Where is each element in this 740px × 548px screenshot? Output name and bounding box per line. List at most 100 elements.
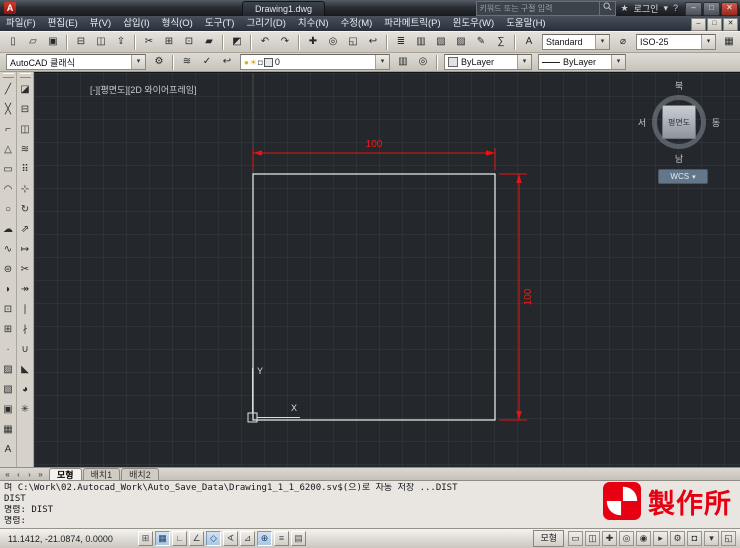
zoom-status-icon[interactable]: ◎ bbox=[619, 531, 634, 546]
extend-icon[interactable]: ↠ bbox=[17, 280, 33, 300]
designcenter-icon[interactable]: ▥ bbox=[412, 33, 431, 52]
qp-toggle[interactable]: ▤ bbox=[291, 531, 306, 546]
doc-restore-button[interactable]: □ bbox=[707, 18, 722, 31]
chevron-down-icon[interactable] bbox=[701, 35, 715, 49]
copy-icon[interactable]: ⊟ bbox=[17, 100, 33, 120]
app-icon[interactable]: A bbox=[4, 2, 16, 14]
snap-toggle[interactable]: ⊞ bbox=[138, 531, 153, 546]
doc-minimize-button[interactable]: – bbox=[691, 18, 706, 31]
redo-icon[interactable]: ↷ bbox=[276, 33, 295, 52]
arc-icon[interactable]: ◠ bbox=[0, 180, 16, 200]
chamfer-icon[interactable]: ◣ bbox=[17, 360, 33, 380]
open-icon[interactable]: ▱ bbox=[24, 33, 43, 52]
point-icon[interactable]: ∙ bbox=[0, 340, 16, 360]
zoom-window-icon[interactable]: ◱ bbox=[344, 33, 363, 52]
viewcube-east[interactable]: 동 bbox=[708, 116, 724, 129]
hatch-icon[interactable]: ▨ bbox=[0, 360, 16, 380]
chevron-down-icon[interactable] bbox=[611, 55, 625, 69]
viewcube-west[interactable]: 서 bbox=[634, 116, 650, 129]
tab-prev-icon[interactable]: ‹ bbox=[13, 470, 24, 479]
undo-icon[interactable]: ↶ bbox=[256, 33, 275, 52]
construction-line-icon[interactable]: ╳ bbox=[0, 100, 16, 120]
menu-item-11[interactable]: 도움말(H) bbox=[500, 16, 551, 31]
erase-icon[interactable]: ◪ bbox=[17, 80, 33, 100]
chevron-down-icon[interactable] bbox=[517, 55, 531, 69]
qnew-icon[interactable]: ▯ bbox=[4, 33, 23, 52]
menu-item-10[interactable]: 윈도우(W) bbox=[447, 16, 501, 31]
pan-icon[interactable]: ✚ bbox=[304, 33, 323, 52]
menu-item-8[interactable]: 수정(M) bbox=[335, 16, 379, 31]
coordinates-readout[interactable]: 11.1412, -21.0874, 0.0000 bbox=[4, 533, 138, 545]
workspace-switching-icon[interactable]: ⚙ bbox=[670, 531, 685, 546]
properties-icon[interactable]: ≣ bbox=[392, 33, 411, 52]
dim-style-icon[interactable]: ⌀ bbox=[614, 33, 633, 52]
explode-icon[interactable]: ✳ bbox=[17, 400, 33, 420]
text-style-icon[interactable]: A bbox=[520, 33, 539, 52]
search-icon[interactable] bbox=[598, 1, 615, 15]
chevron-down-icon[interactable] bbox=[375, 55, 389, 69]
move-icon[interactable]: ⊹ bbox=[17, 180, 33, 200]
chevron-down-icon[interactable]: ▾ bbox=[663, 3, 668, 14]
color-combo[interactable]: ByLayer bbox=[444, 54, 532, 70]
menu-item-1[interactable]: 편집(E) bbox=[42, 16, 84, 31]
doc-close-button[interactable]: ✕ bbox=[723, 18, 738, 31]
tab-last-icon[interactable]: » bbox=[35, 470, 46, 479]
spline-icon[interactable]: ∿ bbox=[0, 240, 16, 260]
copy-clip-icon[interactable]: ⊞ bbox=[160, 33, 179, 52]
ellipse-arc-icon[interactable]: ◗ bbox=[0, 280, 16, 300]
drawing-canvas[interactable]: [-][평면도][2D 와이어프레임] 100 100 Y X 평면도 북 서 … bbox=[34, 72, 740, 468]
dimension-top[interactable]: 100 bbox=[252, 139, 496, 170]
quick-view-layouts-icon[interactable]: ▭ bbox=[568, 531, 583, 546]
break-at-point-icon[interactable]: ∣ bbox=[17, 300, 33, 320]
menu-item-2[interactable]: 뷰(V) bbox=[84, 16, 117, 31]
match-properties-icon[interactable]: ▰ bbox=[200, 33, 219, 52]
insert-block-icon[interactable]: ⊡ bbox=[0, 300, 16, 320]
close-button[interactable]: ✕ bbox=[721, 2, 738, 16]
layer-freeze-icon[interactable]: ☀ bbox=[250, 58, 257, 67]
plot-icon[interactable]: ⊟ bbox=[72, 33, 91, 52]
quick-view-drawings-icon[interactable]: ◫ bbox=[585, 531, 600, 546]
table-icon[interactable]: ▦ bbox=[0, 420, 16, 440]
tab-layout1[interactable]: 배치1 bbox=[82, 467, 121, 481]
array-icon[interactable]: ⠿ bbox=[17, 160, 33, 180]
layer-states-manager-icon[interactable]: ▥ bbox=[394, 53, 413, 71]
help-icon[interactable]: ? bbox=[673, 3, 678, 13]
menu-item-7[interactable]: 치수(N) bbox=[292, 16, 335, 31]
sheet-set-manager-icon[interactable]: ▨ bbox=[452, 33, 471, 52]
multiline-text-icon[interactable]: A bbox=[0, 440, 16, 460]
workspace-combo[interactable]: AutoCAD 클래식 bbox=[6, 54, 146, 70]
zoom-previous-icon[interactable]: ↩ bbox=[364, 33, 383, 52]
linetype-combo[interactable]: ByLayer bbox=[538, 54, 626, 70]
make-object-layer-current-icon[interactable]: ✓ bbox=[198, 53, 217, 71]
menu-item-5[interactable]: 도구(T) bbox=[199, 16, 241, 31]
layer-previous-icon[interactable]: ↩ bbox=[218, 53, 237, 71]
clean-screen-icon[interactable]: ◱ bbox=[721, 531, 736, 546]
signin-label[interactable]: 로그인 bbox=[634, 2, 659, 15]
minimize-button[interactable]: – bbox=[685, 2, 702, 16]
toolbar-grab-handle[interactable] bbox=[19, 73, 31, 78]
viewcube-north[interactable]: 북 bbox=[671, 79, 687, 92]
tab-layout2[interactable]: 배치2 bbox=[121, 467, 159, 481]
search-input[interactable] bbox=[476, 2, 599, 14]
join-icon[interactable]: ∪ bbox=[17, 340, 33, 360]
ellipse-icon[interactable]: ⊜ bbox=[0, 260, 16, 280]
layer-combo[interactable]: ●☀◘■ 0 bbox=[240, 54, 390, 70]
otrack-toggle[interactable]: ∢ bbox=[223, 531, 238, 546]
mirror-icon[interactable]: ◫ bbox=[17, 120, 33, 140]
layer-isolate-icon[interactable]: ◎ bbox=[414, 53, 433, 71]
menu-item-3[interactable]: 삽입(I) bbox=[117, 16, 155, 31]
scale-icon[interactable]: ⇗ bbox=[17, 220, 33, 240]
revision-cloud-icon[interactable]: ☁ bbox=[0, 220, 16, 240]
text-style-combo[interactable]: Standard bbox=[542, 34, 610, 50]
markup-set-manager-icon[interactable]: ✎ bbox=[472, 33, 491, 52]
dimension-right[interactable]: 100 bbox=[499, 173, 534, 421]
make-block-icon[interactable]: ⊞ bbox=[0, 320, 16, 340]
gradient-icon[interactable]: ▧ bbox=[0, 380, 16, 400]
layer-on-icon[interactable]: ● bbox=[244, 58, 249, 67]
layer-properties-manager-icon[interactable]: ≋ bbox=[178, 53, 197, 71]
dim-style-combo[interactable]: ISO-25 bbox=[636, 34, 716, 50]
wcs-menu[interactable]: WCS bbox=[658, 169, 708, 184]
quickcalc-icon[interactable]: ∑ bbox=[492, 33, 511, 52]
osnap-toggle[interactable]: ◇ bbox=[206, 531, 221, 546]
pan-status-icon[interactable]: ✚ bbox=[602, 531, 617, 546]
